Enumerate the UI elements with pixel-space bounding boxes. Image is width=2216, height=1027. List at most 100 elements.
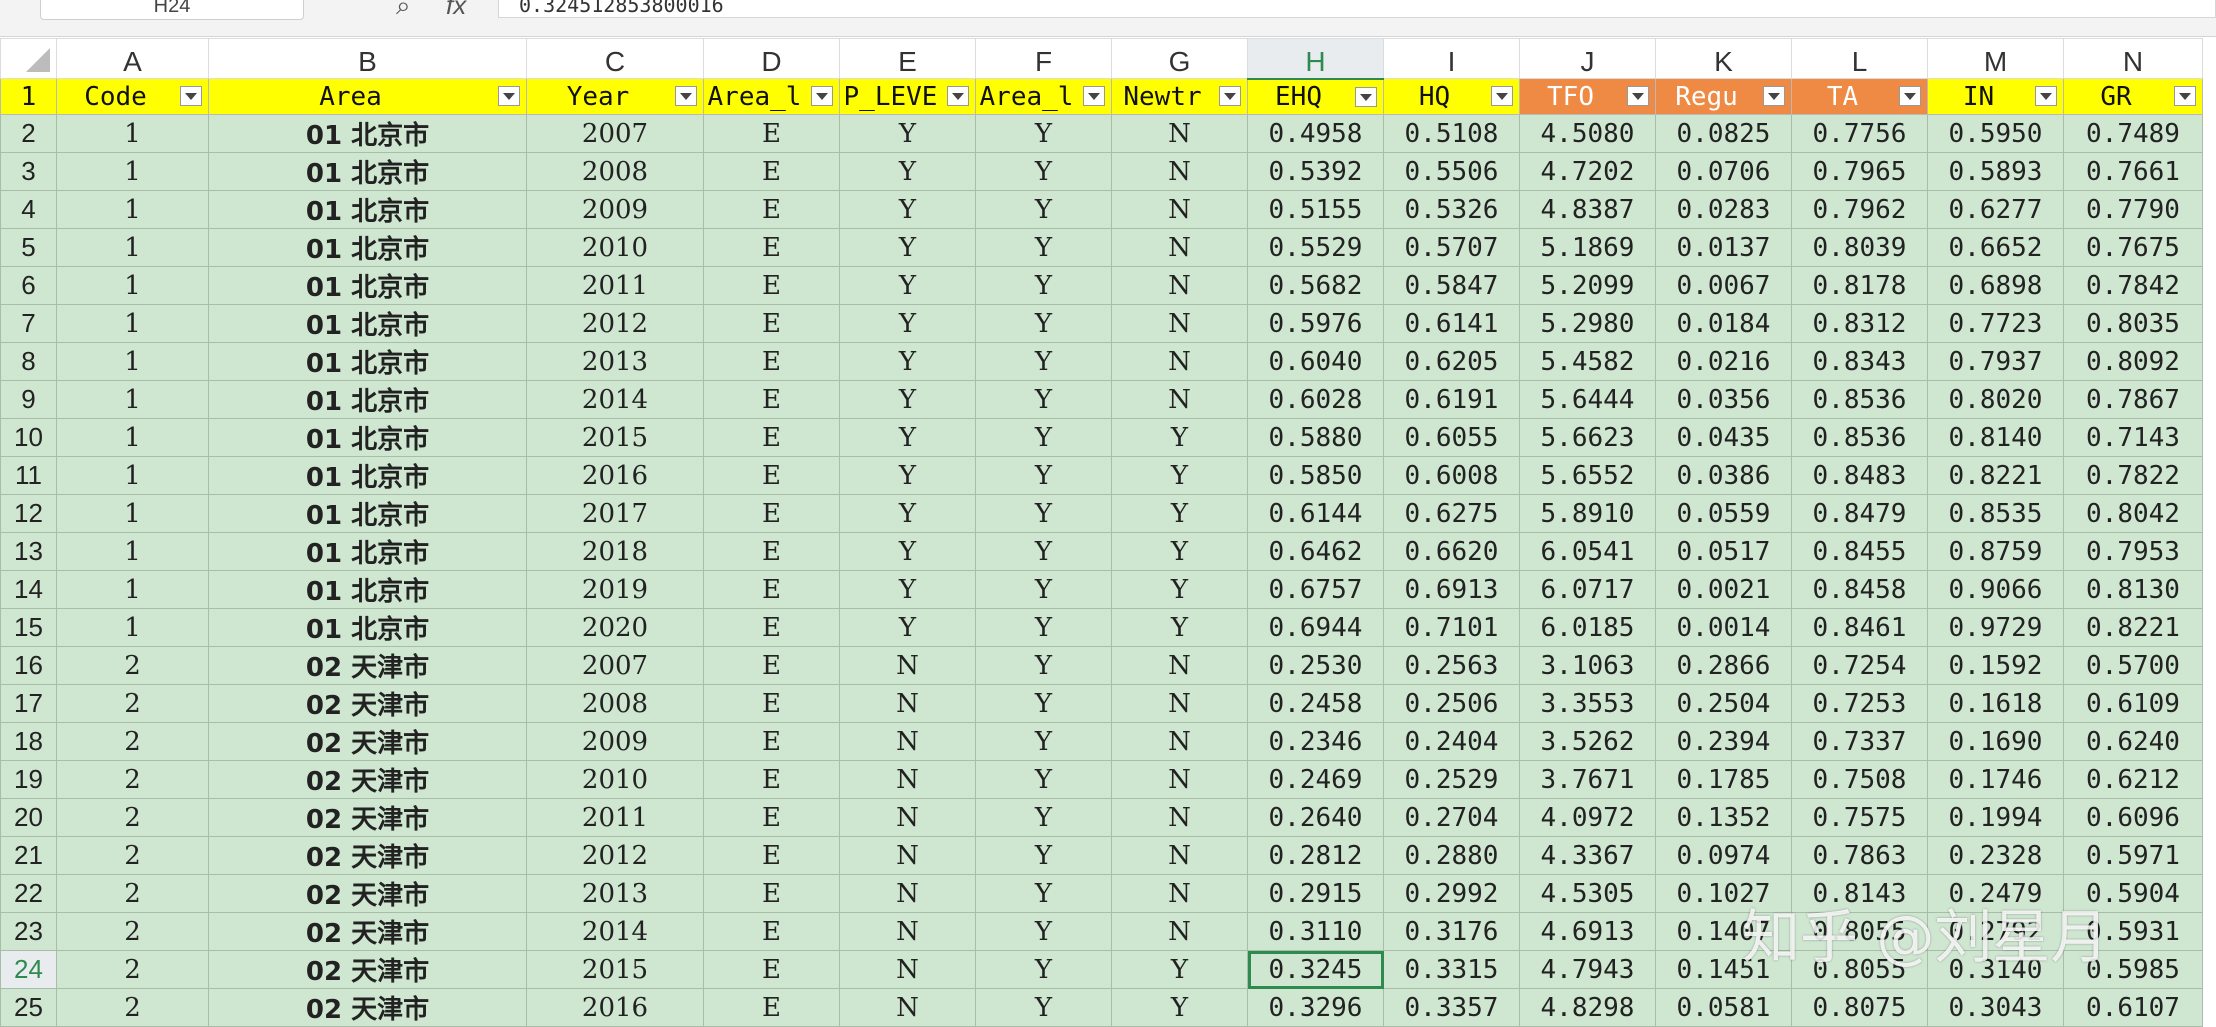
cell-year[interactable]: 2009 (526, 722, 704, 761)
row-header[interactable]: 23 (0, 912, 57, 951)
cell-area[interactable]: 01 北京市 (208, 304, 527, 343)
cell-hq[interactable]: 0.5707 (1383, 228, 1520, 267)
cell-e[interactable]: Y (839, 608, 976, 647)
row-header[interactable]: 15 (0, 608, 57, 647)
cell-regu[interactable]: 0.0216 (1655, 342, 1792, 381)
row-header[interactable]: 12 (0, 494, 57, 533)
cell-area[interactable]: 02 天津市 (208, 684, 527, 723)
cell-ta[interactable]: 0.8483 (1791, 456, 1928, 495)
cell-gr[interactable]: 0.8042 (2063, 494, 2203, 533)
column-header-h[interactable]: H (1247, 38, 1384, 80)
cell-f[interactable]: Y (975, 494, 1112, 533)
cell-gr[interactable]: 0.7867 (2063, 380, 2203, 419)
cell-year[interactable]: 2014 (526, 380, 704, 419)
filter-dropdown-icon[interactable] (1627, 86, 1649, 106)
filter-dropdown-icon[interactable] (1219, 86, 1241, 106)
cell-code[interactable]: 2 (56, 722, 209, 761)
cell-regu[interactable]: 0.0386 (1655, 456, 1792, 495)
cell-ta[interactable]: 0.7962 (1791, 190, 1928, 229)
cell-f[interactable]: Y (975, 874, 1112, 913)
cell-in[interactable]: 0.6898 (1927, 266, 2064, 305)
cell-f[interactable]: Y (975, 304, 1112, 343)
cell-area[interactable]: 01 北京市 (208, 608, 527, 647)
cell-f[interactable]: Y (975, 418, 1112, 457)
column-header-b[interactable]: B (208, 38, 527, 79)
row-header[interactable]: 1 (0, 78, 57, 115)
cell-f[interactable]: Y (975, 950, 1112, 989)
cell-f[interactable]: Y (975, 190, 1112, 229)
cell-e[interactable]: Y (839, 342, 976, 381)
cell-g[interactable]: N (1111, 798, 1248, 837)
cell-ta[interactable]: 0.7253 (1791, 684, 1928, 723)
cell-g[interactable]: N (1111, 114, 1248, 153)
cell-code[interactable]: 1 (56, 114, 209, 153)
cell-d[interactable]: E (703, 304, 840, 343)
cell-f[interactable]: Y (975, 646, 1112, 685)
cell-d[interactable]: E (703, 798, 840, 837)
cell-g[interactable]: N (1111, 874, 1248, 913)
cell-f[interactable]: Y (975, 152, 1112, 191)
cell-code[interactable]: 2 (56, 988, 209, 1027)
cell-ta[interactable]: 0.7254 (1791, 646, 1928, 685)
cell-gr[interactable]: 0.6240 (2063, 722, 2203, 761)
cell-ehq[interactable]: 0.2812 (1247, 836, 1384, 875)
cell-code[interactable]: 1 (56, 456, 209, 495)
cell-tfo[interactable]: 3.5262 (1519, 722, 1656, 761)
cell-code[interactable]: 2 (56, 874, 209, 913)
cell-e[interactable]: Y (839, 266, 976, 305)
cell-code[interactable]: 1 (56, 266, 209, 305)
cell-area[interactable]: 01 北京市 (208, 532, 527, 571)
cell-g[interactable]: N (1111, 190, 1248, 229)
cell-tfo[interactable]: 4.6913 (1519, 912, 1656, 951)
cell-e[interactable]: N (839, 722, 976, 761)
cell-gr[interactable]: 0.5700 (2063, 646, 2203, 685)
cell-tfo[interactable]: 4.8387 (1519, 190, 1656, 229)
cell-year[interactable]: 2013 (526, 874, 704, 913)
cell-in[interactable]: 0.9066 (1927, 570, 2064, 609)
row-header[interactable]: 8 (0, 342, 57, 381)
cell-gr[interactable]: 0.8092 (2063, 342, 2203, 381)
cell-g[interactable]: N (1111, 684, 1248, 723)
cell-regu[interactable]: 0.0137 (1655, 228, 1792, 267)
cell-regu[interactable]: 0.2504 (1655, 684, 1792, 723)
cell-year[interactable]: 2010 (526, 228, 704, 267)
cell-in[interactable]: 0.8020 (1927, 380, 2064, 419)
cell-f[interactable]: Y (975, 532, 1112, 571)
cell-regu[interactable]: 0.1407 (1655, 912, 1792, 951)
cell-year[interactable]: 2012 (526, 836, 704, 875)
cell-ehq[interactable]: 0.2915 (1247, 874, 1384, 913)
cell-regu[interactable]: 0.2866 (1655, 646, 1792, 685)
cell-e[interactable]: N (839, 836, 976, 875)
cell-ehq[interactable]: 0.3110 (1247, 912, 1384, 951)
cell-regu[interactable]: 0.0559 (1655, 494, 1792, 533)
cell-area[interactable]: 01 北京市 (208, 494, 527, 533)
cell-ehq[interactable]: 0.5880 (1247, 418, 1384, 457)
cell-code[interactable]: 2 (56, 836, 209, 875)
cell-ta[interactable]: 0.7337 (1791, 722, 1928, 761)
cell-f[interactable]: Y (975, 760, 1112, 799)
cell-g[interactable]: N (1111, 266, 1248, 305)
cell-e[interactable]: N (839, 684, 976, 723)
cell-e[interactable]: Y (839, 532, 976, 571)
cell-e[interactable]: Y (839, 152, 976, 191)
cell-gr[interactable]: 0.5931 (2063, 912, 2203, 951)
cell-ehq[interactable]: 0.2469 (1247, 760, 1384, 799)
header-cell[interactable]: TA (1791, 78, 1928, 115)
cell-e[interactable]: Y (839, 570, 976, 609)
row-header[interactable]: 7 (0, 304, 57, 343)
cell-g[interactable]: N (1111, 380, 1248, 419)
cell-f[interactable]: Y (975, 684, 1112, 723)
cell-tfo[interactable]: 3.3553 (1519, 684, 1656, 723)
cell-hq[interactable]: 0.2880 (1383, 836, 1520, 875)
cell-g[interactable]: Y (1111, 532, 1248, 571)
cell-regu[interactable]: 0.0014 (1655, 608, 1792, 647)
cell-regu[interactable]: 0.0581 (1655, 988, 1792, 1027)
cell-tfo[interactable]: 4.5080 (1519, 114, 1656, 153)
cell-e[interactable]: Y (839, 380, 976, 419)
cell-year[interactable]: 2011 (526, 798, 704, 837)
cell-hq[interactable]: 0.2506 (1383, 684, 1520, 723)
cell-year[interactable]: 2015 (526, 950, 704, 989)
header-cell[interactable]: P_LEVE (839, 78, 976, 115)
cell-ehq[interactable]: 0.2640 (1247, 798, 1384, 837)
cell-ta[interactable]: 0.7756 (1791, 114, 1928, 153)
